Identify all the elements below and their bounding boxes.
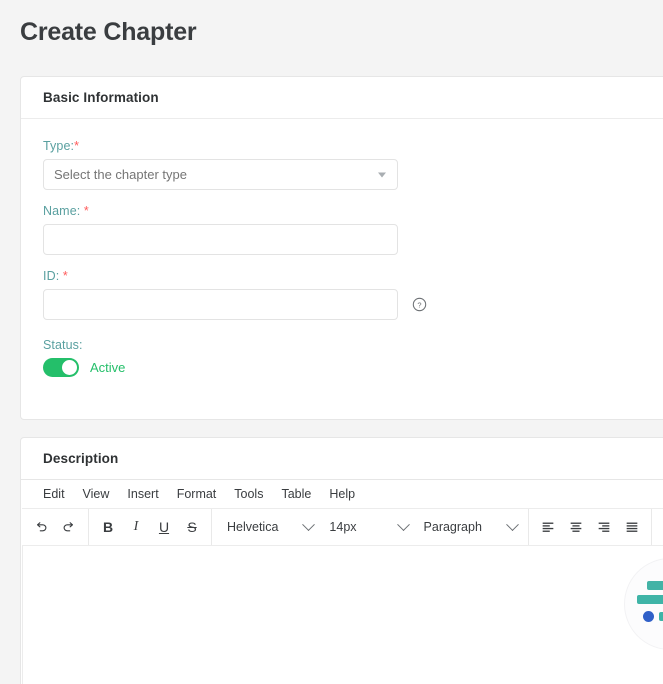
strikethrough-icon[interactable]: S xyxy=(178,513,206,541)
menu-item-format[interactable]: Format xyxy=(168,480,226,509)
menu-item-table[interactable]: Table xyxy=(272,480,320,509)
toolbar-group-overflow: ••• xyxy=(652,509,663,545)
description-header: Description xyxy=(21,438,663,480)
block-format-value: Paragraph xyxy=(423,520,482,534)
toolbar-group-formatting: B I U S xyxy=(89,509,212,545)
align-right-icon[interactable] xyxy=(590,513,618,541)
underline-icon[interactable]: U xyxy=(150,513,178,541)
illustration-bar xyxy=(647,581,663,590)
editor-toolbar: B I U S Helvetica 14px Paragraph xyxy=(22,509,663,546)
toolbar-group-typography: Helvetica 14px Paragraph xyxy=(212,509,529,545)
basic-information-card: Basic Information Type:* Name: * ID: * xyxy=(20,76,663,420)
font-family-value: Helvetica xyxy=(227,520,279,534)
basic-information-title: Basic Information xyxy=(43,90,159,105)
undo-icon[interactable] xyxy=(27,513,55,541)
type-label: Type:* xyxy=(43,139,663,153)
status-field: Status: Active xyxy=(43,338,663,377)
toolbar-group-history xyxy=(22,509,89,545)
name-input[interactable] xyxy=(43,224,398,255)
id-input[interactable] xyxy=(43,289,398,320)
align-left-icon[interactable] xyxy=(534,513,562,541)
type-select[interactable] xyxy=(43,159,398,190)
name-control-row xyxy=(43,224,663,255)
status-toggle-knob xyxy=(62,360,77,375)
editor-menubar: Edit View Insert Format Tools Table Help xyxy=(22,480,663,509)
type-select-wrapper[interactable] xyxy=(43,159,398,190)
bold-icon[interactable]: B xyxy=(94,513,122,541)
id-control-row: ? xyxy=(43,289,663,320)
name-required-marker: * xyxy=(83,204,89,218)
type-field: Type:* xyxy=(43,139,663,190)
menu-item-tools[interactable]: Tools xyxy=(225,480,272,509)
italic-icon[interactable]: I xyxy=(122,513,150,541)
id-label: ID: * xyxy=(43,269,663,283)
block-format-select[interactable]: Paragraph xyxy=(414,513,523,541)
chevron-down-icon xyxy=(506,517,519,531)
create-chapter-page: Create Chapter Basic Information Type:* … xyxy=(0,0,663,684)
more-options-icon[interactable]: ••• xyxy=(657,513,663,541)
font-size-select[interactable]: 14px xyxy=(319,513,413,541)
align-center-icon[interactable] xyxy=(562,513,590,541)
toolbar-group-alignment xyxy=(529,509,652,545)
align-justify-icon[interactable] xyxy=(618,513,646,541)
type-label-text: Type: xyxy=(43,139,75,153)
chevron-down-icon xyxy=(302,517,316,531)
menu-item-help[interactable]: Help xyxy=(320,480,364,509)
menu-item-view[interactable]: View xyxy=(74,480,119,509)
font-size-value: 14px xyxy=(329,520,357,534)
editor-placeholder-illustration xyxy=(624,558,663,650)
status-toggle-label: Active xyxy=(90,360,126,375)
id-label-text: ID: xyxy=(43,269,60,283)
description-card: Description Edit View Insert Format Tool… xyxy=(20,437,663,684)
name-label-text: Name: xyxy=(43,204,81,218)
status-toggle[interactable] xyxy=(43,358,79,377)
id-required-marker: * xyxy=(62,269,68,283)
help-circle-icon[interactable]: ? xyxy=(412,297,427,312)
id-field: ID: * ? xyxy=(43,269,663,320)
status-toggle-row: Active xyxy=(43,358,663,377)
menu-item-edit[interactable]: Edit xyxy=(34,480,74,509)
name-label: Name: * xyxy=(43,204,663,218)
svg-text:?: ? xyxy=(417,301,421,310)
status-label: Status: xyxy=(43,338,83,352)
description-title: Description xyxy=(43,451,119,466)
illustration-dot xyxy=(643,611,654,622)
name-field: Name: * xyxy=(43,204,663,255)
redo-icon[interactable] xyxy=(55,513,83,541)
font-family-select[interactable]: Helvetica xyxy=(217,513,319,541)
editor-content-area[interactable] xyxy=(22,546,663,684)
illustration-bar xyxy=(637,595,663,604)
illustration-bar xyxy=(659,612,663,621)
basic-information-body: Type:* Name: * ID: * xyxy=(21,119,663,377)
rich-text-editor: Edit View Insert Format Tools Table Help xyxy=(21,480,663,684)
basic-information-header: Basic Information xyxy=(21,77,663,119)
menu-item-insert[interactable]: Insert xyxy=(118,480,167,509)
chevron-down-icon xyxy=(396,517,410,531)
type-required-marker: * xyxy=(74,139,80,153)
page-title: Create Chapter xyxy=(20,18,197,46)
